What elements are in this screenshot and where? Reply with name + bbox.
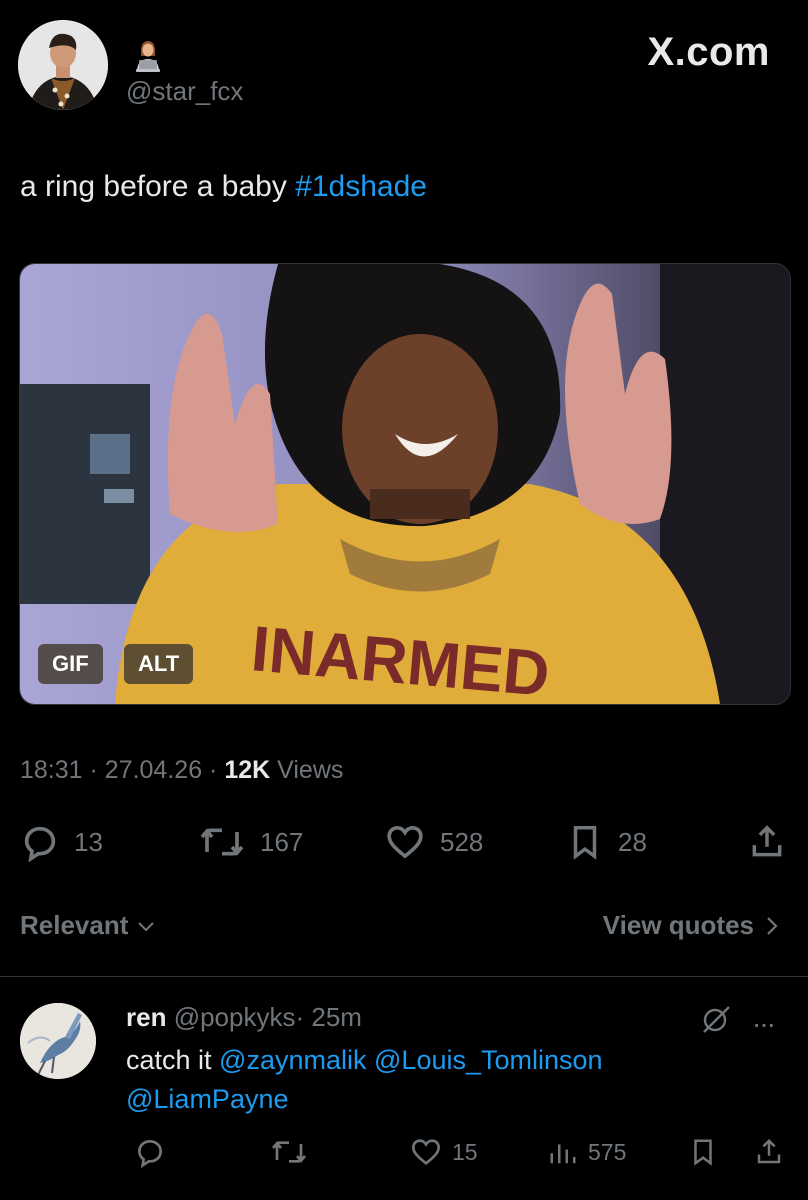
tweet-gif[interactable]: INARMED GIF ALT <box>19 263 791 705</box>
reply-author-name[interactable]: ren <box>126 1002 166 1032</box>
heart-icon <box>387 825 423 859</box>
sort-relevant-dropdown[interactable]: Relevant <box>20 910 156 941</box>
reply-author-handle[interactable]: @popkyks <box>174 1002 296 1032</box>
reply-reply-button[interactable] <box>134 1132 166 1172</box>
reply-repost-button[interactable] <box>270 1132 308 1172</box>
grok-icon[interactable] <box>700 1003 732 1035</box>
tweet-meta: 18:31 · 27.04.26 · 12K Views <box>20 756 343 785</box>
mention-zaynmalik[interactable]: @zaynmalik <box>219 1045 366 1075</box>
bookmark-icon <box>573 826 597 860</box>
author-avatar[interactable] <box>18 20 108 110</box>
person-laptop-emoji-icon <box>133 38 163 72</box>
tweet-text-body: a ring before a baby <box>20 170 296 203</box>
mention-louis-tomlinson[interactable]: @Louis_Tomlinson <box>374 1045 603 1075</box>
reply-button[interactable]: 13 <box>20 820 103 864</box>
more-icon[interactable]: ··· <box>752 1008 776 1040</box>
reply-icon <box>24 826 56 862</box>
view-quotes-link[interactable]: View quotes <box>603 910 780 941</box>
divider <box>0 976 808 977</box>
heart-icon <box>411 1139 441 1166</box>
sort-label: Relevant <box>20 910 129 940</box>
views-count: 12K <box>224 756 271 784</box>
reply-like-button[interactable]: 15 <box>410 1132 478 1172</box>
author-handle[interactable]: @star_fcx <box>126 76 243 107</box>
reply-bookmark-button[interactable] <box>688 1132 718 1172</box>
reply-like-count: 15 <box>452 1138 478 1165</box>
share-icon <box>757 1138 781 1164</box>
tweet-text: a ring before a baby #1dshade <box>20 170 427 204</box>
chevron-down-icon <box>138 921 155 931</box>
gif-badge: GIF <box>38 644 103 684</box>
reply-time: · 25m <box>295 1002 362 1032</box>
reply-icon <box>137 1139 163 1168</box>
like-count: 528 <box>440 826 484 857</box>
repost-icon <box>271 1141 307 1163</box>
share-icon <box>752 825 782 857</box>
alt-badge[interactable]: ALT <box>124 644 194 684</box>
view-quotes-label: View quotes <box>602 910 754 940</box>
bookmark-button[interactable]: 28 <box>566 820 647 864</box>
reply-count: 13 <box>74 826 103 857</box>
reply-views-button[interactable]: 575 <box>548 1132 626 1172</box>
reply-author-avatar[interactable] <box>20 1003 96 1079</box>
hashtag-link[interactable]: #1dshade <box>295 170 427 203</box>
repost-button[interactable]: 167 <box>198 820 303 864</box>
reply-share-button[interactable] <box>754 1132 784 1172</box>
repost-icon <box>200 828 244 856</box>
x-com-logo: X.com <box>647 30 770 74</box>
chevron-right-icon <box>767 916 778 935</box>
bookmark-count: 28 <box>618 826 647 857</box>
analytics-icon <box>550 1144 576 1164</box>
tweet-timestamp: 18:31 · 27.04.26 · <box>20 756 225 784</box>
share-button[interactable] <box>748 820 786 864</box>
views-label: Views <box>270 756 344 784</box>
reply-view-count: 575 <box>588 1138 627 1165</box>
repost-count: 167 <box>260 826 304 857</box>
reply-text: catch it @zaynmalik @Louis_Tomlinson @Li… <box>126 1041 726 1119</box>
mention-liampayne[interactable]: @LiamPayne <box>126 1084 289 1114</box>
like-button[interactable]: 528 <box>384 820 483 864</box>
reply-text-prefix: catch it <box>126 1045 220 1075</box>
bookmark-icon <box>694 1139 712 1166</box>
reply-header: ren @popkyks· 25m <box>126 1002 362 1033</box>
